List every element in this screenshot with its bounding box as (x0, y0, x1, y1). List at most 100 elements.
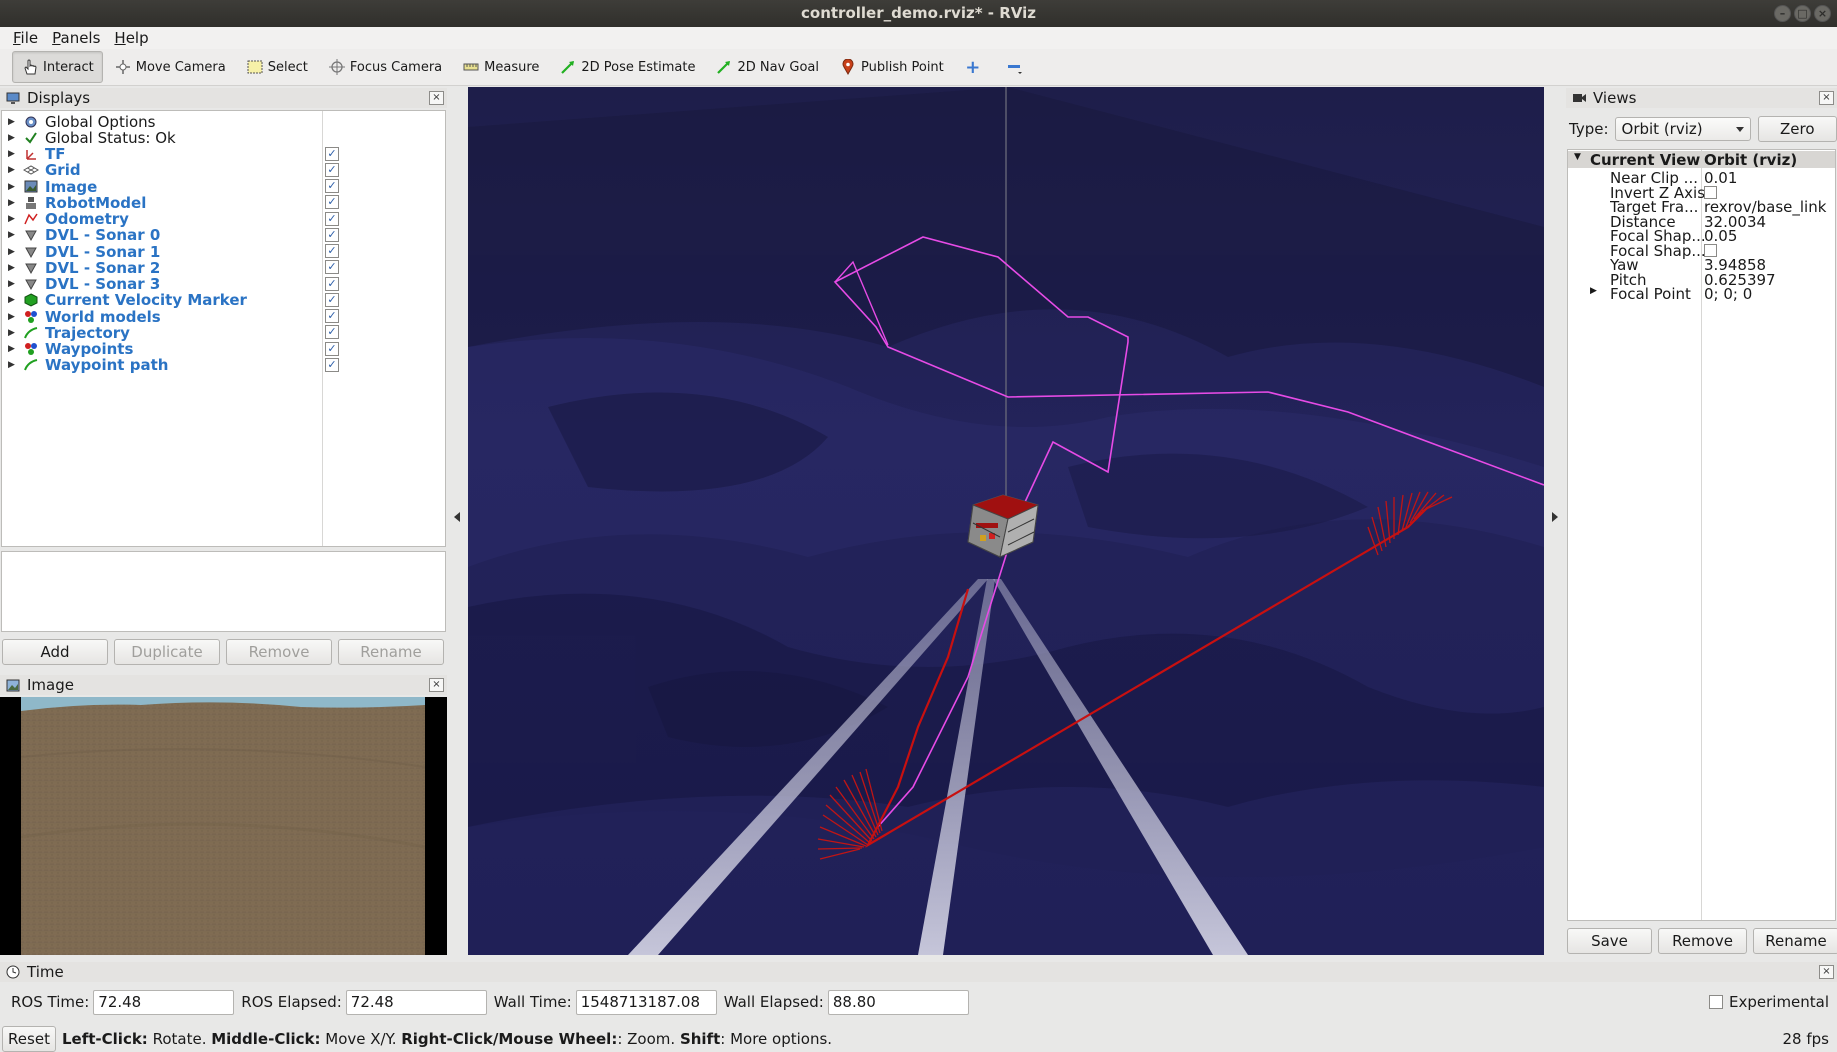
remove-display-button[interactable]: Remove (226, 639, 332, 665)
check-icon (22, 130, 40, 146)
expand-arrow-icon[interactable]: ▶ (8, 230, 18, 240)
views-button-row: Save Remove Rename (1567, 928, 1837, 954)
left-splitter[interactable] (449, 87, 466, 955)
duplicate-display-button[interactable]: Duplicate (114, 639, 220, 665)
clock-icon (5, 965, 21, 979)
window-titlebar: controller_demo.rviz* - RViz – □ × (0, 0, 1837, 27)
view-properties-tree[interactable]: ▼ Current View Orbit (rviz) Near Clip ..… (1567, 149, 1836, 921)
add-tool-button[interactable]: + (955, 51, 995, 83)
expand-arrow-icon[interactable]: ▶ (8, 198, 18, 208)
3d-render-viewport[interactable] (468, 87, 1544, 955)
collapse-left-arrow-icon[interactable] (454, 512, 460, 522)
expand-arrow-icon[interactable]: ▶ (8, 295, 18, 305)
menu-bar: File Panels Help (0, 27, 1837, 49)
expand-arrow-icon[interactable]: ▶ (8, 360, 18, 370)
experimental-checkbox[interactable] (1709, 995, 1723, 1009)
image-panel-title: Image (27, 676, 74, 694)
sonar-icon (22, 276, 40, 292)
collapse-right-arrow-icon[interactable] (1552, 512, 1558, 522)
view-property-checkbox[interactable] (1704, 185, 1717, 199)
display-enabled-checkbox[interactable]: ✓ (325, 195, 339, 210)
view-type-select[interactable]: Orbit (rviz) (1614, 117, 1751, 141)
status-bar: Reset Left-Click: Rotate. Middle-Click: … (0, 1025, 1837, 1052)
expand-down-icon[interactable]: ▼ (1574, 152, 1581, 162)
view-property-value[interactable]: 0; 0; 0 (1704, 285, 1752, 303)
remove-tool-button[interactable] (997, 51, 1037, 83)
display-enabled-checkbox[interactable]: ✓ (325, 146, 339, 161)
marker-icon (22, 292, 40, 308)
reset-button[interactable]: Reset (2, 1025, 56, 1052)
display-enabled-checkbox[interactable]: ✓ (325, 211, 339, 226)
minimize-button[interactable]: – (1774, 5, 1791, 22)
status-hint: Left-Click: Rotate. Middle-Click: Move X… (62, 1029, 833, 1048)
plus-icon: + (965, 56, 981, 78)
measure-tool-button[interactable]: Measure (453, 51, 548, 83)
expand-arrow-icon[interactable]: ▶ (8, 312, 18, 322)
expand-arrow-icon[interactable]: ▶ (8, 133, 18, 143)
hand-icon (21, 59, 39, 75)
wall-elapsed-field[interactable]: 88.80 (827, 989, 969, 1015)
displays-panel-header: Displays × (0, 88, 447, 108)
display-enabled-checkbox[interactable]: ✓ (325, 341, 339, 356)
display-enabled-checkbox[interactable]: ✓ (325, 309, 339, 323)
close-time-button[interactable]: × (1819, 965, 1834, 979)
ros-time-field[interactable]: 72.48 (93, 989, 235, 1015)
close-image-panel-button[interactable]: × (429, 678, 444, 692)
expand-arrow-icon[interactable]: ▶ (8, 117, 18, 127)
expand-arrow-icon[interactable]: ▶ (8, 328, 18, 338)
focus-camera-tool-button[interactable]: Focus Camera (319, 51, 451, 83)
menu-panels[interactable]: Panels (45, 27, 107, 49)
nav-goal-tool-button[interactable]: 2D Nav Goal (706, 51, 828, 83)
close-views-button[interactable]: × (1819, 91, 1834, 105)
expand-arrow-icon[interactable]: ▶ (8, 165, 18, 175)
expand-arrow-icon[interactable]: ▶ (8, 279, 18, 289)
display-enabled-checkbox[interactable]: ✓ (325, 357, 339, 372)
pose-estimate-tool-button[interactable]: 2D Pose Estimate (550, 51, 704, 83)
expand-arrow-icon[interactable]: ▶ (8, 344, 18, 354)
markerarray-icon (22, 341, 40, 357)
expand-arrow-icon[interactable]: ▶ (8, 149, 18, 159)
select-tool-button[interactable]: Select (237, 51, 317, 83)
expand-arrow-icon[interactable]: ▶ (8, 214, 18, 224)
zero-button[interactable]: Zero (1757, 116, 1837, 142)
view-property-checkbox[interactable] (1704, 243, 1717, 257)
display-enabled-checkbox[interactable]: ✓ (325, 292, 339, 307)
move-camera-tool-button[interactable]: Move Camera (105, 51, 235, 83)
expand-arrow-icon[interactable]: ▶ (8, 247, 18, 257)
remove-view-button[interactable]: Remove (1658, 928, 1747, 954)
ros-elapsed-field[interactable]: 72.48 (345, 989, 487, 1015)
expand-arrow-icon[interactable]: ▶ (1590, 286, 1597, 296)
display-enabled-checkbox[interactable]: ✓ (325, 179, 339, 193)
wall-time-field[interactable]: 1548713187.08 (575, 989, 717, 1015)
menu-file[interactable]: File (6, 27, 45, 49)
time-title: Time (27, 963, 64, 981)
view-property-row[interactable]: ▶ Focal Point 0; 0; 0 (1568, 285, 1835, 303)
image-panel-header: Image × (0, 675, 447, 695)
expand-arrow-icon[interactable]: ▶ (8, 182, 18, 192)
display-enabled-checkbox[interactable]: ✓ (325, 244, 339, 258)
maximize-button[interactable]: □ (1794, 5, 1811, 22)
rename-display-button[interactable]: Rename (338, 639, 444, 665)
display-enabled-checkbox[interactable]: ✓ (325, 325, 339, 340)
expand-arrow-icon[interactable]: ▶ (8, 263, 18, 273)
display-enabled-checkbox[interactable]: ✓ (325, 260, 339, 275)
menu-help[interactable]: Help (107, 27, 155, 49)
interact-tool-button[interactable]: Interact (12, 51, 103, 83)
publish-point-tool-button[interactable]: Publish Point (830, 51, 953, 83)
save-view-button[interactable]: Save (1567, 928, 1652, 954)
displays-title: Displays (27, 89, 91, 107)
close-displays-button[interactable]: × (429, 91, 444, 105)
add-display-button[interactable]: Add (2, 639, 108, 665)
display-item[interactable]: ▶ Waypoint path ✓ (2, 356, 445, 375)
window-controls: – □ × (1774, 5, 1831, 22)
gear-icon (22, 114, 40, 130)
right-splitter[interactable] (1546, 87, 1563, 955)
display-enabled-checkbox[interactable]: ✓ (325, 162, 339, 177)
current-view-row[interactable]: ▼ Current View Orbit (rviz) (1568, 151, 1835, 169)
close-window-button[interactable]: × (1814, 5, 1831, 22)
display-enabled-checkbox[interactable]: ✓ (325, 276, 339, 291)
ros-time-label: ROS Time: (11, 993, 90, 1011)
rename-view-button[interactable]: Rename (1753, 928, 1837, 954)
display-enabled-checkbox[interactable]: ✓ (325, 227, 339, 242)
displays-tree[interactable]: ▶ Global Options ▶ Global Status: Ok ▶ TF ✓ ▶ Gr… (1, 110, 446, 547)
